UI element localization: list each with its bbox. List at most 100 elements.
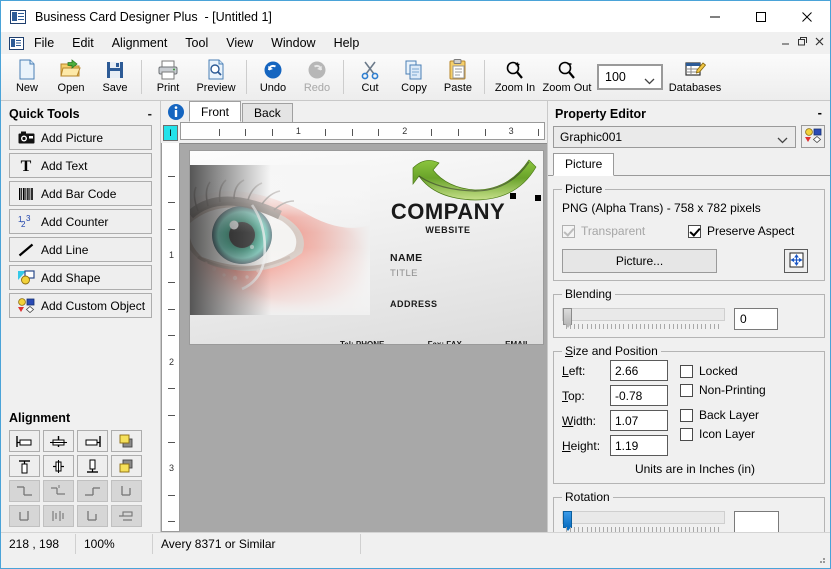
info-icon[interactable] bbox=[167, 103, 185, 121]
ruler-tick bbox=[537, 129, 539, 136]
fit-to-frame-button[interactable] bbox=[784, 249, 808, 273]
mdi-close-icon[interactable] bbox=[812, 34, 827, 49]
blending-group: Blending 0 bbox=[553, 287, 825, 338]
top-input[interactable]: -0.78 bbox=[610, 385, 668, 406]
cut-button[interactable]: Cut bbox=[348, 56, 392, 99]
zoom-level-combobox[interactable]: 100 bbox=[597, 64, 663, 90]
zoom-out-button[interactable]: Zoom Out bbox=[541, 56, 593, 99]
card-name-text[interactable]: NAME bbox=[390, 252, 543, 264]
rotation-slider-thumb[interactable] bbox=[563, 511, 572, 531]
rotation-slider-track[interactable] bbox=[562, 511, 725, 524]
add-custom-object-button[interactable]: Add Custom Object bbox=[9, 293, 152, 318]
card-website-text[interactable]: WEBSITE bbox=[368, 225, 528, 235]
document-window-icon[interactable] bbox=[9, 36, 24, 50]
undo-button[interactable]: Undo bbox=[251, 56, 295, 99]
rotation-slider[interactable] bbox=[562, 511, 725, 532]
object-properties-button[interactable] bbox=[801, 125, 825, 148]
send-to-back-button[interactable] bbox=[111, 455, 142, 477]
blending-slider-track[interactable] bbox=[562, 308, 725, 321]
add-line-button[interactable]: Add Line bbox=[9, 237, 152, 262]
align-left-button[interactable] bbox=[9, 430, 40, 452]
collapse-property-editor-button[interactable]: - bbox=[818, 105, 822, 120]
save-button[interactable]: Save bbox=[93, 56, 137, 99]
align-center-v-icon bbox=[53, 459, 64, 473]
blending-slider-thumb[interactable] bbox=[563, 308, 572, 328]
business-card-front[interactable]: COMPANY WEBSITE NAME TITLE ADDRESS Tel: … bbox=[189, 150, 544, 345]
close-icon[interactable] bbox=[784, 1, 830, 32]
databases-button[interactable]: Databases bbox=[669, 56, 721, 99]
collapse-panel-button[interactable]: - bbox=[148, 106, 152, 121]
maximize-icon[interactable] bbox=[738, 1, 784, 32]
card-phone-text[interactable]: Tel: PHONE bbox=[340, 340, 384, 344]
slider-tick bbox=[705, 324, 707, 329]
add-counter-button[interactable]: 123 Add Counter bbox=[9, 209, 152, 234]
card-workspace[interactable]: COMPANY WEBSITE NAME TITLE ADDRESS Tel: … bbox=[180, 143, 547, 532]
zoom-in-button[interactable]: Zoom In bbox=[489, 56, 541, 99]
object-select[interactable]: Graphic001 bbox=[553, 125, 796, 148]
menu-item-edit[interactable]: Edit bbox=[64, 34, 102, 52]
width-input[interactable]: 1.07 bbox=[610, 410, 668, 431]
print-button[interactable]: Print bbox=[146, 56, 190, 99]
width-field-row: Width: 1.07 bbox=[562, 410, 668, 431]
card-email-text[interactable]: EMAIL bbox=[505, 340, 530, 344]
add-shape-button[interactable]: Add Shape bbox=[9, 265, 152, 290]
bring-to-front-button[interactable] bbox=[111, 430, 142, 452]
redo-label: Redo bbox=[303, 81, 331, 94]
non-printing-checkbox[interactable] bbox=[680, 383, 693, 397]
slider-tick bbox=[660, 527, 662, 532]
horizontal-ruler[interactable]: 1 2 3 bbox=[180, 122, 545, 140]
floppy-disk-icon bbox=[105, 59, 125, 81]
rotation-value-input[interactable] bbox=[734, 511, 779, 532]
minimize-icon[interactable] bbox=[692, 1, 738, 32]
tab-front[interactable]: Front bbox=[189, 101, 242, 122]
fit-to-frame-icon bbox=[789, 252, 804, 271]
card-company-text[interactable]: COMPANY bbox=[368, 199, 528, 225]
distribute-button bbox=[111, 505, 142, 527]
menu-item-view[interactable]: View bbox=[218, 34, 261, 52]
height-input[interactable]: 1.19 bbox=[610, 435, 668, 456]
picture-button[interactable]: Picture... bbox=[562, 249, 717, 273]
align-right-button[interactable] bbox=[77, 430, 108, 452]
ruler-corner[interactable]: I bbox=[161, 122, 180, 143]
paste-button[interactable]: Paste bbox=[436, 56, 480, 99]
tab-picture[interactable]: Picture bbox=[553, 153, 615, 176]
card-fax-text[interactable]: Fax: FAX bbox=[428, 340, 462, 344]
menu-item-tool[interactable]: Tool bbox=[177, 34, 216, 52]
menu-item-file[interactable]: File bbox=[26, 34, 62, 52]
copy-button[interactable]: Copy bbox=[392, 56, 436, 99]
add-text-button[interactable]: T Add Text bbox=[9, 153, 152, 178]
new-button[interactable]: New bbox=[5, 56, 49, 99]
slider-tick bbox=[672, 324, 674, 329]
menu-item-window[interactable]: Window bbox=[263, 34, 323, 52]
eye-closeup-photo[interactable] bbox=[190, 165, 370, 315]
mdi-minimize-icon[interactable] bbox=[778, 34, 793, 49]
back-layer-checkbox[interactable] bbox=[680, 408, 693, 422]
property-editor-tabs: Picture bbox=[548, 153, 830, 176]
green-swoosh-arrow-graphic[interactable] bbox=[405, 154, 537, 202]
card-title-text[interactable]: TITLE bbox=[390, 268, 543, 279]
blending-value-input[interactable]: 0 bbox=[734, 308, 778, 330]
align-bottom-button[interactable] bbox=[77, 455, 108, 477]
card-address-text[interactable]: ADDRESS bbox=[390, 299, 543, 309]
add-picture-button[interactable]: Add Picture bbox=[9, 125, 152, 150]
menu-item-help[interactable]: Help bbox=[326, 34, 368, 52]
align-center-horizontal-button[interactable] bbox=[43, 430, 74, 452]
tab-picture-label: Picture bbox=[565, 157, 603, 171]
align-top-button[interactable] bbox=[9, 455, 40, 477]
add-bar-code-button[interactable]: Add Bar Code bbox=[9, 181, 152, 206]
locked-checkbox[interactable] bbox=[680, 364, 693, 378]
preview-button[interactable]: Preview bbox=[190, 56, 242, 99]
blending-slider[interactable] bbox=[562, 308, 725, 330]
mdi-restore-icon[interactable] bbox=[795, 34, 810, 49]
menu-item-alignment[interactable]: Alignment bbox=[104, 34, 176, 52]
icon-layer-checkbox[interactable] bbox=[680, 427, 693, 441]
vertical-ruler[interactable]: 1 2 3 bbox=[161, 143, 180, 532]
open-button[interactable]: Open bbox=[49, 56, 93, 99]
align-center-vertical-button[interactable] bbox=[43, 455, 74, 477]
text-t-icon: T bbox=[16, 158, 36, 173]
resize-grip[interactable] bbox=[815, 553, 827, 565]
preserve-aspect-checkbox[interactable] bbox=[688, 224, 701, 238]
left-input[interactable]: 2.66 bbox=[610, 360, 668, 381]
tab-back[interactable]: Back bbox=[242, 103, 293, 122]
selection-handle[interactable] bbox=[535, 195, 541, 201]
